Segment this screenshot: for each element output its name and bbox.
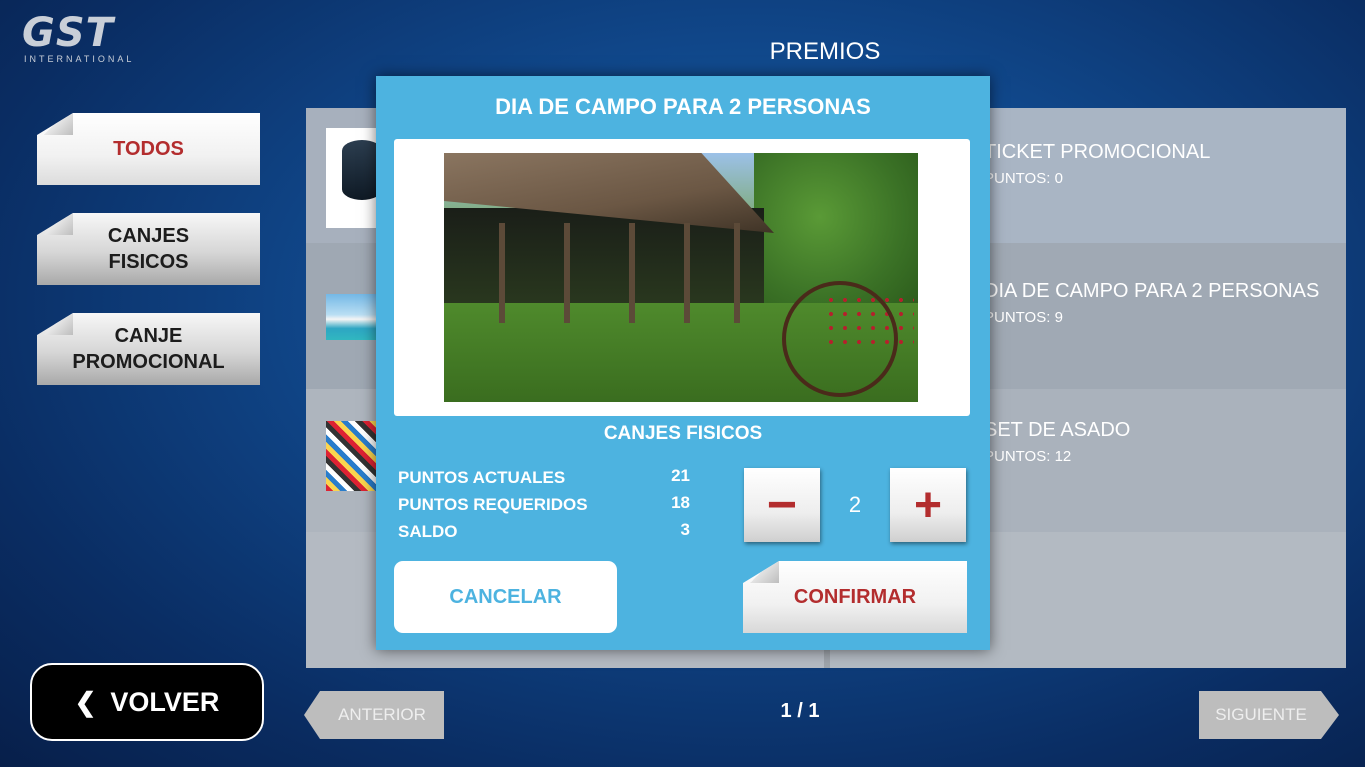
- dialog-title: DIA DE CAMPO PARA 2 PERSONAS: [495, 94, 871, 119]
- page-title: PREMIOS: [769, 38, 881, 65]
- redeem-dialog: DIA DE CAMPO PARA 2 PERSONAS CANJES FISI…: [376, 76, 990, 650]
- cancel-button[interactable]: CANCELAR: [394, 561, 617, 633]
- product-points: PUNTOS: 0: [984, 170, 1063, 187]
- back-button[interactable]: ❮ VOLVER: [30, 663, 264, 741]
- points-value: 21: [671, 466, 690, 485]
- points-label: PUNTOS REQUERIDOS: [398, 495, 588, 514]
- product-image-frame: [394, 139, 970, 416]
- confirm-label: CONFIRMAR: [793, 585, 917, 608]
- chevron-left-icon: ❮: [74, 686, 97, 717]
- back-label: VOLVER: [110, 686, 220, 717]
- next-page-button[interactable]: SIGUIENTE: [1199, 691, 1339, 739]
- dialog-category: CANJES FISICOS: [603, 423, 763, 444]
- quantity-value: 2: [848, 492, 862, 517]
- category-canje-promocional-button[interactable]: CANJE PROMOCIONAL: [37, 313, 260, 385]
- points-label: PUNTOS ACTUALES: [398, 468, 566, 487]
- points-value: 3: [680, 520, 690, 539]
- product-name: SET DE ASADO: [984, 419, 1131, 441]
- page-indicator: 1 / 1: [780, 700, 820, 722]
- category-label: CANJE PROMOCIONAL: [72, 325, 225, 373]
- confirm-button[interactable]: CONFIRMAR: [743, 561, 967, 633]
- category-label: TODOS: [113, 138, 184, 160]
- logo-subtitle: INTERNATIONAL: [24, 54, 135, 64]
- category-label: CANJES FISICOS: [107, 225, 190, 273]
- logo-name: GST: [22, 10, 114, 56]
- plus-icon: +: [913, 478, 943, 532]
- category-canjes-fisicos-button[interactable]: CANJES FISICOS: [37, 213, 260, 285]
- increase-quantity-button[interactable]: +: [890, 468, 966, 542]
- gst-logo: GST INTERNATIONAL: [22, 12, 142, 70]
- product-points: PUNTOS: 12: [984, 448, 1072, 465]
- previous-page-button[interactable]: ANTERIOR: [304, 691, 444, 739]
- points-value: 18: [671, 493, 690, 512]
- points-label: SALDO: [398, 522, 458, 541]
- product-name: DIA DE CAMPO PARA 2 PERSONAS: [984, 280, 1320, 302]
- product-points: PUNTOS: 9: [984, 309, 1063, 326]
- category-todos-button[interactable]: TODOS: [37, 113, 260, 185]
- product-name: TICKET PROMOCIONAL: [984, 141, 1211, 163]
- product-photo: [444, 153, 918, 402]
- decrease-quantity-button[interactable]: −: [744, 468, 820, 542]
- minus-icon: −: [766, 476, 798, 534]
